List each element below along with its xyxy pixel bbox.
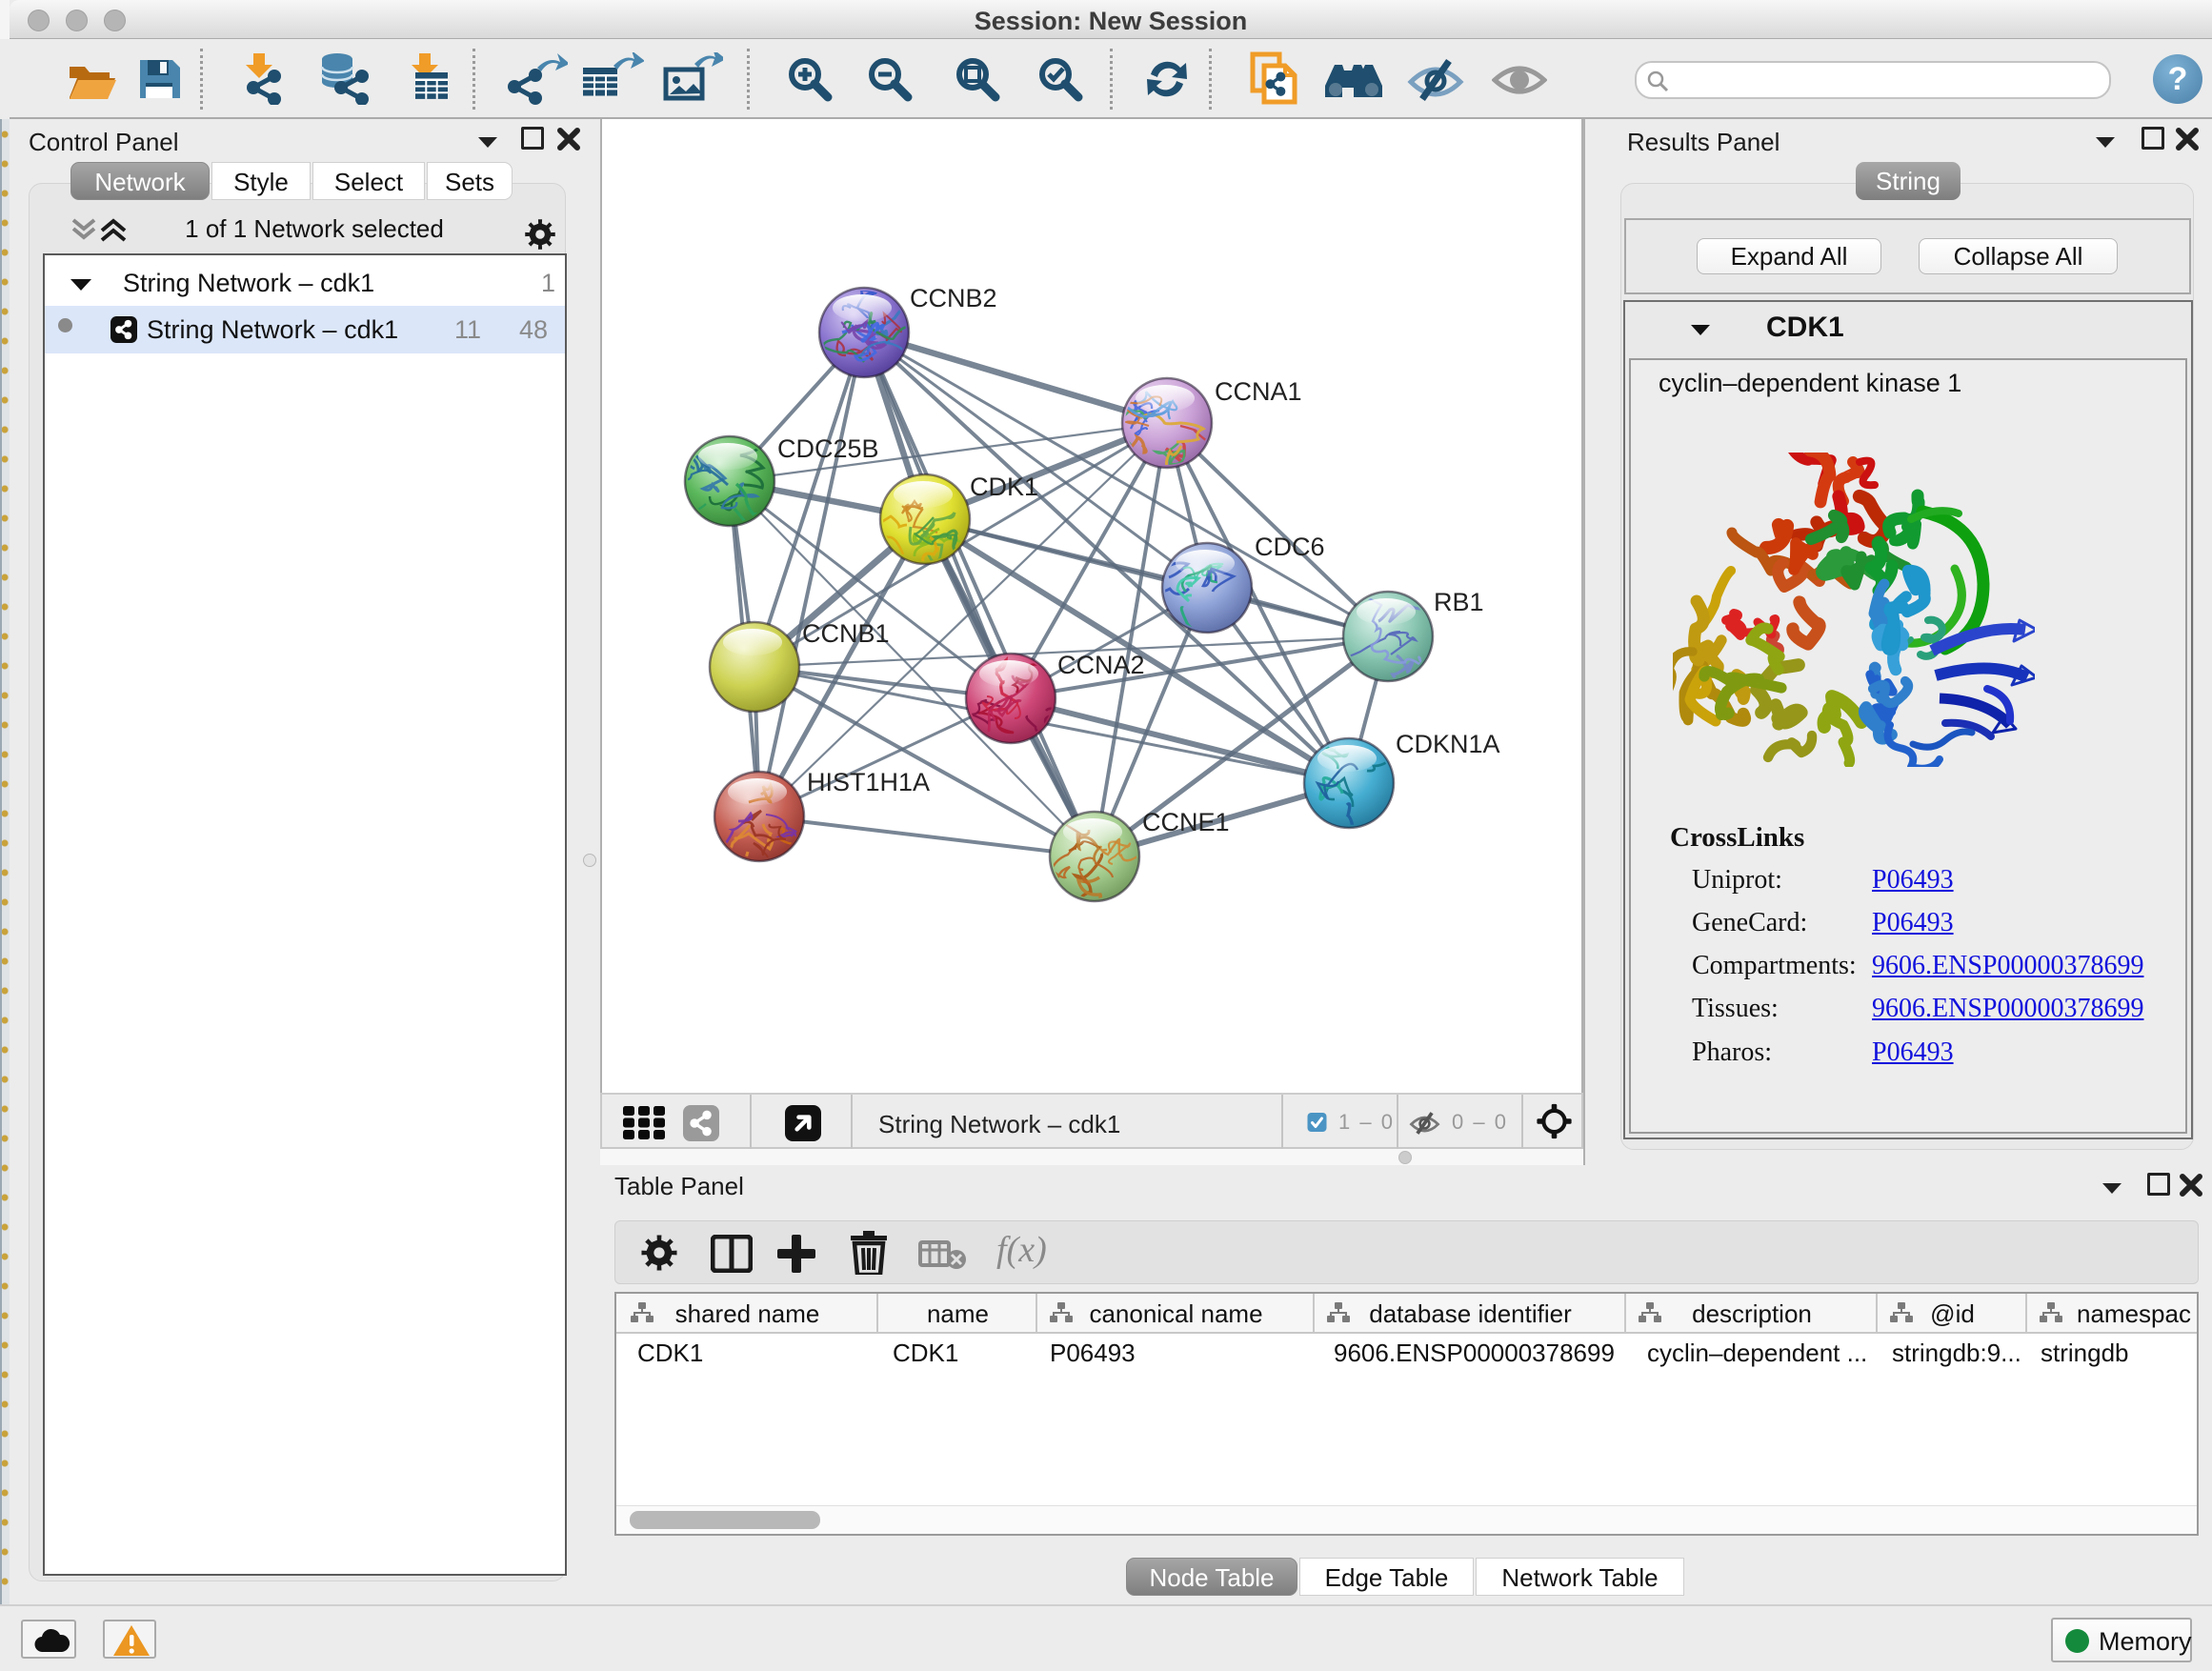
svg-text:CDC6: CDC6	[1255, 533, 1325, 561]
svg-text:CDKN1A: CDKN1A	[1396, 730, 1500, 758]
svg-text:CCNB1: CCNB1	[802, 619, 890, 648]
svg-text:CDK1: CDK1	[970, 473, 1038, 501]
svg-text:CCNB2: CCNB2	[910, 284, 997, 312]
svg-text:CCNE1: CCNE1	[1142, 808, 1230, 836]
svg-text:RB1: RB1	[1434, 588, 1484, 616]
svg-text:HIST1H1A: HIST1H1A	[807, 768, 930, 796]
svg-text:CCNA1: CCNA1	[1215, 377, 1302, 406]
svg-text:CCNA2: CCNA2	[1057, 651, 1145, 679]
svg-text:CDC25B: CDC25B	[777, 434, 879, 463]
